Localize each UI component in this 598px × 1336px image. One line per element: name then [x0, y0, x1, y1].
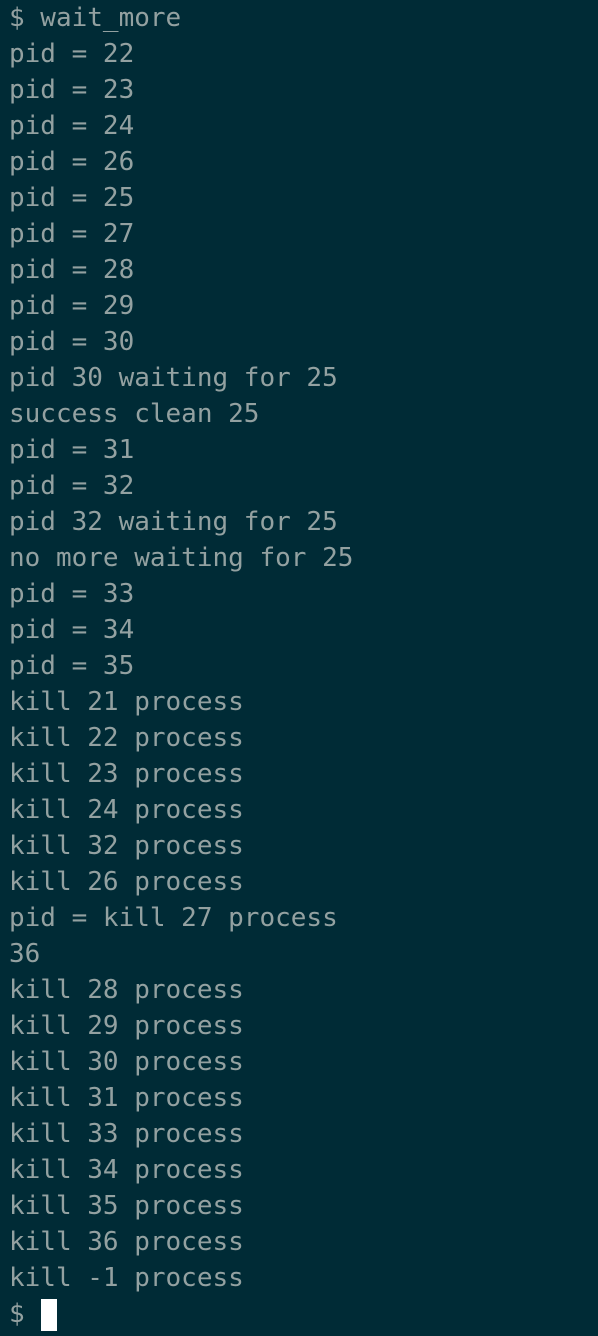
terminal-line: kill 34 process [9, 1155, 244, 1185]
terminal-line: kill 23 process [9, 759, 244, 789]
prompt-symbol: $ [9, 1299, 25, 1329]
text-cursor [40, 1299, 57, 1331]
terminal-line: pid = 27 [9, 219, 135, 249]
terminal-line: pid = 28 [9, 255, 135, 285]
terminal-line: pid = 23 [9, 75, 135, 105]
terminal-line: kill 30 process [9, 1047, 244, 1077]
terminal-line: $ wait_more [9, 3, 182, 33]
terminal-line: kill 24 process [9, 795, 244, 825]
terminal-line: 36 [9, 939, 41, 969]
terminal-line: pid = 30 [9, 327, 135, 357]
terminal-line: pid = 29 [9, 291, 135, 321]
terminal-line: pid 32 waiting for 25 [9, 507, 338, 537]
terminal-line: kill 29 process [9, 1011, 244, 1041]
terminal-line: pid = 33 [9, 579, 135, 609]
terminal-line: kill 35 process [9, 1191, 244, 1221]
terminal-line: pid = 24 [9, 111, 135, 141]
terminal-line: kill 32 process [9, 831, 244, 861]
terminal-line: kill -1 process [9, 1263, 244, 1293]
terminal-line: kill 28 process [9, 975, 244, 1005]
terminal-line: kill 31 process [9, 1083, 244, 1113]
terminal-line: kill 36 process [9, 1227, 244, 1257]
terminal-line: kill 33 process [9, 1119, 244, 1149]
terminal-line: pid = 22 [9, 39, 135, 69]
terminal-line: success clean 25 [9, 399, 260, 429]
terminal-line: no more waiting for 25 [9, 543, 354, 573]
terminal-line: pid = 35 [9, 651, 135, 681]
terminal-line: pid = 26 [9, 147, 135, 177]
terminal-line: kill 22 process [9, 723, 244, 753]
terminal-line: kill 26 process [9, 867, 244, 897]
terminal-window[interactable]: $ wait_more pid = 22 pid = 23 pid = 24 p… [0, 0, 598, 1336]
terminal-line: pid = 34 [9, 615, 135, 645]
terminal-line: pid = kill 27 process [9, 903, 338, 933]
terminal-output: $ wait_more pid = 22 pid = 23 pid = 24 p… [9, 0, 598, 1296]
terminal-line: pid = 32 [9, 471, 135, 501]
command-prompt[interactable]: $ [9, 1296, 598, 1332]
terminal-line: pid 30 waiting for 25 [9, 363, 338, 393]
terminal-line: pid = 25 [9, 183, 135, 213]
terminal-line: pid = 31 [9, 435, 135, 465]
terminal-line: kill 21 process [9, 687, 244, 717]
